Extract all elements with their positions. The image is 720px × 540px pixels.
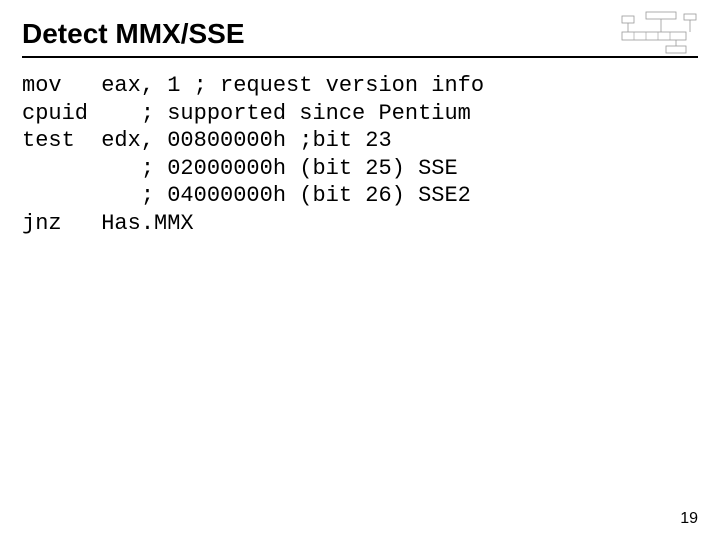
code-block: mov eax, 1 ; request version info cpuid … bbox=[22, 72, 698, 237]
page-title: Detect MMX/SSE bbox=[22, 18, 698, 58]
code-line: ; 04000000h (bit 26) SSE2 bbox=[22, 183, 471, 208]
code-line: cpuid ; supported since Pentium bbox=[22, 101, 471, 126]
code-line: ; 02000000h (bit 25) SSE bbox=[22, 156, 458, 181]
code-line: test edx, 00800000h ;bit 23 bbox=[22, 128, 392, 153]
code-line: jnz Has.MMX bbox=[22, 211, 194, 236]
page-number: 19 bbox=[680, 510, 698, 528]
computer-diagram-icon bbox=[620, 10, 698, 56]
code-line: mov eax, 1 ; request version info bbox=[22, 73, 484, 98]
slide-container: Detect MMX/SSE mov eax, 1 ; request vers… bbox=[0, 0, 720, 540]
